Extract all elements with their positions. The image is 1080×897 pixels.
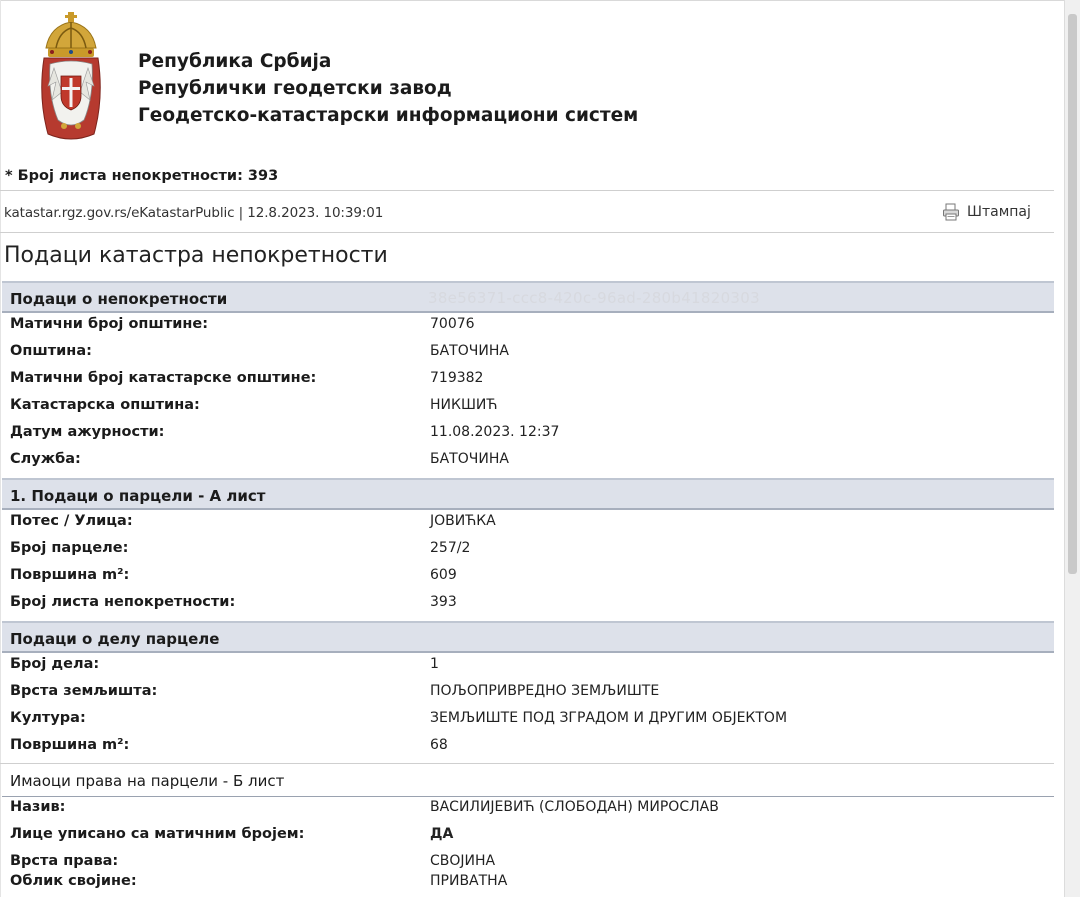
row-value: 393 — [430, 594, 457, 610]
row-value: ЈОВИЋКА — [430, 513, 496, 529]
page-header: Република Србија Републички геодетски за… — [32, 6, 832, 150]
data-row: Површина m²: 68 — [0, 734, 1054, 761]
row-value: НИКШИЋ — [430, 397, 498, 413]
row-label: Служба: — [10, 451, 81, 467]
row-label: Назив: — [10, 799, 66, 815]
row-label: Датум ажурности: — [10, 424, 165, 440]
data-row: Назив: ВАСИЛИЈЕВИЋ (СЛОБОДАН) МИРОСЛАВ — [0, 796, 1054, 823]
page-title: Подаци катастра непокретности — [4, 243, 388, 268]
row-value: ВАСИЛИЈЕВИЋ (СЛОБОДАН) МИРОСЛАВ — [430, 799, 719, 815]
section-title-owners: Имаоци права на парцели - Б лист — [10, 772, 285, 790]
row-label: Матични број општине: — [10, 316, 209, 332]
divider — [0, 763, 1054, 764]
data-row: Култура: ЗЕМЉИШТЕ ПОД ЗГРАДОМ И ДРУГИМ ОБ… — [0, 707, 1054, 734]
data-row: Датум ажурности: 11.08.2023. 12:37 — [0, 421, 1054, 448]
data-row: Број парцеле: 257/2 — [0, 537, 1054, 564]
row-label: Облик својине: — [10, 873, 137, 889]
row-value: 1 — [430, 656, 439, 672]
data-row: Служба: БАТОЧИНА — [0, 448, 1054, 475]
section-header-property: Подаци о непокретности 38e56371-ccc8-420… — [2, 281, 1054, 313]
row-value: ДА — [430, 826, 454, 842]
data-row: Број дела: 1 — [0, 653, 1054, 680]
row-value: 719382 — [430, 370, 484, 386]
row-label: Општина: — [10, 343, 92, 359]
vertical-scrollbar[interactable] — [1064, 0, 1080, 897]
row-label: Површина m²: — [10, 567, 130, 583]
data-row: Врста земљишта: ПОЉОПРИВРЕДНО ЗЕМЉИШТЕ — [0, 680, 1054, 707]
divider — [0, 232, 1054, 233]
row-value: БАТОЧИНА — [430, 451, 509, 467]
row-label: Лице уписано са матичним бројем: — [10, 826, 305, 842]
divider — [0, 190, 1054, 191]
row-label: Матични број катастарске општине: — [10, 370, 317, 386]
organization-name: Република Србија Републички геодетски за… — [138, 48, 638, 129]
data-row: Површина m²: 609 — [0, 564, 1054, 591]
printer-icon — [943, 203, 959, 221]
row-value: ПОЉОПРИВРЕДНО ЗЕМЉИШТЕ — [430, 683, 660, 699]
row-value: БАТОЧИНА — [430, 343, 509, 359]
source-and-timestamp: katastar.rgz.gov.rs/eKatastarPublic | 12… — [4, 205, 384, 221]
data-row: Матични број катастарске општине: 719382 — [0, 367, 1054, 394]
page-top-border — [0, 0, 1064, 1]
data-row: Матични број општине: 70076 — [0, 313, 1054, 340]
print-button[interactable]: Штампај — [942, 203, 1031, 221]
header-line-1: Република Србија — [138, 51, 332, 72]
row-value: 70076 — [430, 316, 475, 332]
section-header-parcel: 1. Подаци о парцели - А лист — [2, 478, 1054, 510]
section-title: Подаци о непокретности — [10, 290, 228, 308]
print-label: Штампај — [967, 204, 1031, 220]
row-label: Број листа непокретности: — [10, 594, 236, 610]
row-value: СВОЈИНА — [430, 853, 496, 869]
section-header-parcel-part: Подаци о делу парцеле — [2, 621, 1054, 653]
row-value: 257/2 — [430, 540, 471, 556]
row-value: ПРИВАТНА — [430, 873, 508, 889]
scrollbar-thumb[interactable] — [1068, 14, 1077, 574]
data-row: Општина: БАТОЧИНА — [0, 340, 1054, 367]
data-row: Лице уписано са матичним бројем: ДА — [0, 823, 1054, 850]
row-value: 609 — [430, 567, 457, 583]
row-label: Врста земљишта: — [10, 683, 158, 699]
row-value: ЗЕМЉИШТЕ ПОД ЗГРАДОМ И ДРУГИМ ОБЈЕКТОМ — [430, 710, 788, 726]
row-value: 68 — [430, 737, 448, 753]
row-label: Број дела: — [10, 656, 100, 672]
row-label: Површина m²: — [10, 737, 130, 753]
data-row: Облик својине: ПРИВАТНА — [0, 870, 1054, 897]
row-label: Врста права: — [10, 853, 119, 869]
section-title: 1. Подаци о парцели - А лист — [10, 487, 266, 505]
row-label: Култура: — [10, 710, 86, 726]
row-value: 11.08.2023. 12:37 — [430, 424, 560, 440]
data-row: Катастарска општина: НИКШИЋ — [0, 394, 1054, 421]
data-row: Број листа непокретности: 393 — [0, 591, 1054, 618]
property-guid: 38e56371-ccc8-420c-96ad-280b41820303 — [428, 289, 760, 307]
data-row: Потес / Улица: ЈОВИЋКА — [0, 510, 1054, 537]
row-label: Потес / Улица: — [10, 513, 133, 529]
header-line-3: Геодетско-катастарски информациони систе… — [138, 105, 639, 126]
header-line-2: Републички геодетски завод — [138, 78, 452, 99]
row-label: Катастарска општина: — [10, 397, 200, 413]
serbia-coat-of-arms-icon — [41, 12, 101, 140]
row-label: Број парцеле: — [10, 540, 129, 556]
section-title: Подаци о делу парцеле — [10, 630, 220, 648]
sheet-number-line: * Број листа непокретности: 393 — [5, 168, 279, 184]
